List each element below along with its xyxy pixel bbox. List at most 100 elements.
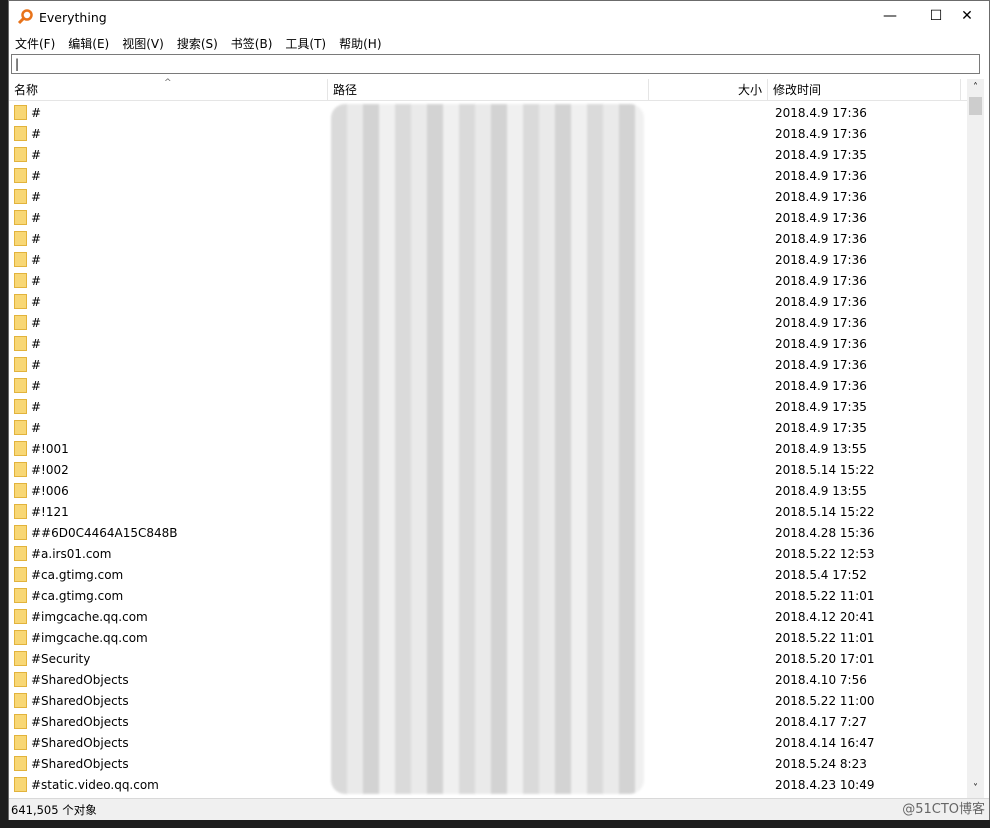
name-cell: #imgcache.qq.com (9, 630, 328, 645)
modified-cell: 2018.4.23 10:49 (775, 777, 875, 792)
file-name: #Security (31, 651, 91, 666)
name-cell: # (9, 357, 328, 372)
name-cell: # (9, 147, 328, 162)
column-path[interactable]: 路径 (328, 79, 649, 101)
file-name: # (31, 294, 42, 309)
modified-cell: 2018.4.9 17:36 (775, 357, 867, 372)
menu-item[interactable]: 视图(V) (122, 35, 164, 52)
modified-cell: 2018.4.17 7:27 (775, 714, 867, 729)
menu-item[interactable]: 工具(T) (285, 35, 326, 52)
name-cell: # (9, 252, 328, 267)
folder-icon (14, 441, 27, 456)
folder-icon (14, 651, 27, 666)
folder-icon (14, 504, 27, 519)
column-name[interactable]: 名称 ^ (9, 78, 328, 101)
modified-cell: 2018.4.9 17:36 (775, 315, 867, 330)
name-cell: #SharedObjects (9, 714, 328, 729)
folder-icon (14, 672, 27, 687)
scroll-down-icon[interactable]: ˅ (967, 780, 984, 798)
name-cell: # (9, 399, 328, 414)
search-input[interactable]: | (11, 54, 980, 74)
file-name: # (31, 105, 42, 120)
name-cell: #ca.gtimg.com (9, 567, 328, 582)
modified-cell: 2018.5.4 17:52 (775, 567, 867, 582)
modified-cell: 2018.5.22 11:01 (775, 588, 875, 603)
modified-cell: 2018.5.14 15:22 (775, 504, 875, 519)
folder-icon (14, 777, 27, 792)
file-name: # (31, 273, 42, 288)
close-button[interactable]: ✕ (943, 1, 990, 31)
folder-icon (14, 294, 27, 309)
menu-bar: 文件(F) 编辑(E) 视图(V) 搜索(S) 书签(B) 工具(T) 帮助(H) (9, 33, 989, 53)
file-name: #!121 (31, 504, 69, 519)
menu-item[interactable]: 搜索(S) (177, 35, 218, 52)
modified-cell: 2018.4.9 17:36 (775, 378, 867, 393)
menu-item[interactable]: 文件(F) (15, 35, 55, 52)
folder-icon (14, 420, 27, 435)
modified-cell: 2018.4.9 17:36 (775, 210, 867, 225)
menu-item[interactable]: 书签(B) (231, 35, 273, 52)
modified-cell: 2018.4.9 17:35 (775, 420, 867, 435)
name-cell: # (9, 126, 328, 141)
folder-icon (14, 378, 27, 393)
folder-icon (14, 252, 27, 267)
modified-cell: 2018.4.9 17:36 (775, 105, 867, 120)
folder-icon (14, 693, 27, 708)
menu-item[interactable]: 编辑(E) (68, 35, 109, 52)
vertical-scrollbar[interactable]: ˄ ˅ (967, 79, 984, 798)
name-cell: # (9, 378, 328, 393)
name-cell: # (9, 273, 328, 288)
file-name: # (31, 378, 42, 393)
modified-cell: 2018.5.22 11:00 (775, 693, 875, 708)
column-header: 名称 ^ 路径 大小 修改时间 (9, 78, 967, 101)
file-name: # (31, 168, 42, 183)
file-name: #!006 (31, 483, 69, 498)
name-cell: # (9, 105, 328, 120)
name-cell: #!001 (9, 441, 328, 456)
name-cell: # (9, 294, 328, 309)
minimize-button[interactable]: — (867, 1, 913, 31)
modified-cell: 2018.4.9 17:35 (775, 399, 867, 414)
sort-ascending-icon: ^ (164, 78, 172, 88)
object-count: 641,505 个对象 (11, 803, 97, 817)
file-name: #a.irs01.com (31, 546, 112, 561)
modified-cell: 2018.4.14 16:47 (775, 735, 875, 750)
folder-icon (14, 546, 27, 561)
file-name: #SharedObjects (31, 756, 129, 771)
file-name: # (31, 315, 42, 330)
modified-cell: 2018.4.9 17:36 (775, 336, 867, 351)
file-name: #SharedObjects (31, 714, 129, 729)
modified-cell: 2018.4.28 15:36 (775, 525, 875, 540)
column-name-label: 名称 (14, 83, 39, 97)
folder-icon (14, 147, 27, 162)
file-name: #imgcache.qq.com (31, 609, 148, 624)
column-size[interactable]: 大小 (649, 79, 768, 101)
file-name: # (31, 357, 42, 372)
name-cell: # (9, 231, 328, 246)
scrollbar-thumb[interactable] (969, 97, 982, 115)
name-cell: ##6D0C4464A15C848B (9, 525, 328, 540)
file-name: # (31, 147, 42, 162)
modified-cell: 2018.4.9 13:55 (775, 483, 867, 498)
scroll-up-icon[interactable]: ˄ (967, 79, 984, 97)
file-name: # (31, 231, 42, 246)
name-cell: # (9, 420, 328, 435)
file-name: #SharedObjects (31, 672, 129, 687)
folder-icon (14, 630, 27, 645)
column-modified[interactable]: 修改时间 (768, 79, 961, 101)
folder-icon (14, 168, 27, 183)
menu-item[interactable]: 帮助(H) (339, 35, 381, 52)
watermark: @51CTO博客 (902, 802, 985, 817)
file-name: # (31, 189, 42, 204)
name-cell: #a.irs01.com (9, 546, 328, 561)
status-bar: 641,505 个对象 @51CTO博客 (9, 798, 989, 820)
blurred-paths (331, 104, 644, 794)
name-cell: #!002 (9, 462, 328, 477)
folder-icon (14, 735, 27, 750)
folder-icon (14, 567, 27, 582)
magnifier-logo-icon (17, 9, 33, 25)
name-cell: #SharedObjects (9, 735, 328, 750)
modified-cell: 2018.4.9 17:36 (775, 252, 867, 267)
folder-icon (14, 483, 27, 498)
modified-cell: 2018.4.10 7:56 (775, 672, 867, 687)
